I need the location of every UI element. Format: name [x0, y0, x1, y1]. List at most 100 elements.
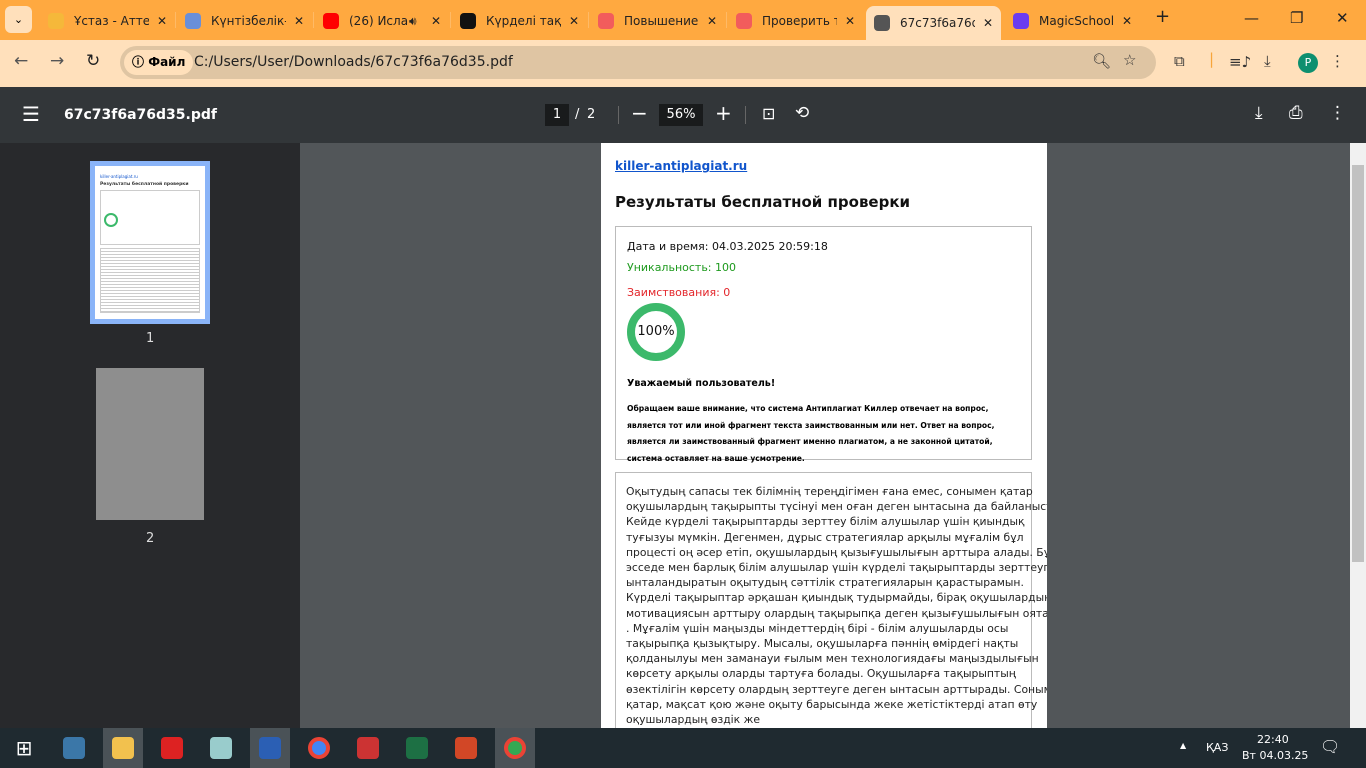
media-control-icon[interactable]: ≡♪ — [1229, 53, 1251, 71]
profile-avatar[interactable]: P — [1298, 53, 1318, 73]
minimize-button[interactable]: — — [1244, 9, 1259, 27]
page-number-input[interactable]: 1 — [545, 104, 569, 126]
text-line: оқушылардың тақырыпты түсінуі мен оған д… — [626, 500, 1047, 514]
text-line: мотивациясын арттыру олардың тақырыпқа д… — [626, 606, 1047, 620]
results-box: Дата и время: 04.03.2025 20:59:18 Уникал… — [615, 226, 1032, 463]
tab-close-icon[interactable]: ✕ — [431, 14, 441, 28]
scrollbar-thumb[interactable] — [1352, 165, 1364, 562]
notifications-icon[interactable]: 🗨︎ — [1320, 737, 1340, 756]
taskbar-app-chrome[interactable] — [299, 728, 339, 768]
browser-tab[interactable]: 67c73f6a76d ✕ — [866, 6, 1001, 40]
browser-tab[interactable]: Күнтізбелік-т ✕ — [177, 6, 312, 36]
app-glass-icon — [210, 737, 232, 759]
word-icon — [259, 737, 281, 759]
taskbar-app-python[interactable] — [54, 728, 94, 768]
text-line: Кейде күрделі тақырыптарды зерттеу білім… — [626, 515, 1025, 529]
restore-button[interactable]: ❐ — [1290, 9, 1303, 27]
text-line: процесті оң әсер етіп, оқушылардың қызығ… — [626, 545, 1047, 559]
excel-icon — [406, 737, 428, 759]
text-line: өзектілігін көрсету олардың зерттеуге де… — [626, 682, 1047, 696]
bookmark-star-icon[interactable]: ☆ — [1123, 51, 1136, 69]
text-line: Күрделі тақырыптар әрқашан қиындық тудыр… — [626, 591, 1047, 605]
start-button[interactable]: ⊞ — [4, 728, 44, 768]
tab-separator — [313, 12, 314, 28]
downloads-icon[interactable]: ⤓ — [1264, 52, 1271, 70]
taskbar-app-word[interactable] — [250, 728, 290, 768]
zoom-in-button[interactable]: + — [715, 101, 732, 125]
browser-tab[interactable]: Күрделі тақы ✕ — [452, 6, 587, 36]
new-tab-button[interactable]: + — [1155, 6, 1170, 27]
text-line: . Мұғалім үшін маңызды міндеттердің бірі… — [626, 621, 1009, 635]
tab-separator — [450, 12, 451, 28]
tab-title: Ұстаз - Аттес — [74, 14, 149, 28]
clock-time[interactable]: 22:40 — [1257, 733, 1289, 746]
address-bar[interactable]: ⓘ Файл C:/Users/User/Downloads/67c73f6a7… — [120, 46, 1156, 79]
print-icon[interactable]: ⎙ — [1289, 103, 1303, 123]
close-window-button[interactable]: ✕ — [1336, 9, 1349, 27]
tab-separator — [175, 12, 176, 28]
text-line: тақырыпқа қызықтыру. Мысалы, оқушыларға … — [626, 637, 1019, 651]
back-button[interactable]: ← — [14, 51, 28, 71]
taskbar-app-app-paint[interactable] — [348, 728, 388, 768]
taskbar-app-app-red[interactable] — [152, 728, 192, 768]
url-text[interactable]: C:/Users/User/Downloads/67c73f6a76d35.pd… — [194, 54, 513, 70]
tab-close-icon[interactable]: ✕ — [1122, 14, 1132, 28]
zoom-out-button[interactable]: − — [631, 101, 648, 125]
download-icon[interactable]: ⤓ — [1255, 103, 1263, 123]
tab-favicon-icon — [1013, 13, 1029, 29]
tab-close-icon[interactable]: ✕ — [157, 14, 167, 28]
tab-favicon-icon — [874, 15, 890, 31]
text-line: көрсету арқылы оларды тартуға болады. Оқ… — [626, 667, 1016, 681]
zoom-input[interactable]: 56% — [659, 104, 703, 126]
tab-title: MagicSchool — [1039, 14, 1114, 28]
rotate-icon[interactable]: ⟲ — [795, 103, 809, 123]
page-thumbnail-1[interactable]: killer-antiplagiat.ru Результаты бесплат… — [90, 161, 210, 324]
taskbar-app-file-explorer[interactable] — [103, 728, 143, 768]
zoom-icon[interactable]: 🔍︎ — [1092, 52, 1111, 70]
thumbnail-label: 1 — [146, 331, 155, 346]
page-thumbnail-2[interactable] — [96, 368, 204, 520]
text-line: қатар, мақсат қою және оқыту барысында ж… — [626, 697, 1038, 711]
sidebar-menu-icon[interactable]: ☰ — [22, 102, 40, 126]
browser-tab[interactable]: Ұстаз - Аттес ✕ — [40, 6, 175, 36]
site-link[interactable]: killer-antiplagiat.ru — [615, 159, 747, 173]
taskbar-app-chrome-profile[interactable] — [495, 728, 535, 768]
language-indicator[interactable]: ҚАЗ — [1206, 741, 1228, 754]
clock-date[interactable]: Вт 04.03.25 — [1242, 749, 1308, 762]
menu-icon[interactable]: ⋮ — [1330, 52, 1345, 70]
forward-button[interactable]: → — [50, 51, 64, 71]
site-info-chip[interactable]: ⓘ Файл — [124, 50, 194, 75]
tab-close-icon[interactable]: ✕ — [845, 14, 855, 28]
browser-tab[interactable]: Повышение ✕ — [590, 6, 725, 36]
info-icon: ⓘ — [132, 55, 149, 69]
total-pages: 2 — [587, 107, 596, 122]
tab-search-button[interactable]: ⌄ — [5, 6, 32, 33]
pdf-filename: 67c73f6a76d35.pdf — [64, 107, 217, 123]
taskbar-app-excel[interactable] — [397, 728, 437, 768]
speaker-icon[interactable]: 🔊︎ — [409, 14, 423, 29]
app-red-icon — [161, 737, 183, 759]
browser-tab[interactable]: MagicSchool ✕ — [1005, 6, 1140, 36]
tab-favicon-icon — [185, 13, 201, 29]
tab-close-icon[interactable]: ✕ — [983, 16, 993, 30]
tab-close-icon[interactable]: ✕ — [569, 14, 579, 28]
more-options-icon[interactable]: ⋮ — [1329, 103, 1346, 123]
browser-tab[interactable]: (26) Исла 🔊︎ ✕ — [315, 6, 450, 36]
reload-button[interactable]: ↻ — [86, 51, 100, 71]
taskbar-app-powerpoint[interactable] — [446, 728, 486, 768]
extensions-icon[interactable]: ⧉ — [1174, 52, 1185, 70]
text-line: қолданылуы мен заманауи ғылым мен технол… — [626, 652, 1039, 666]
greeting: Уважаемый пользователь! — [627, 378, 776, 389]
fit-page-icon[interactable]: ⊡ — [762, 104, 775, 123]
tab-separator — [726, 12, 727, 28]
browser-tab[interactable]: Проверить т ✕ — [728, 6, 863, 36]
taskbar-app-app-glass[interactable] — [201, 728, 241, 768]
tab-title: Күрделі тақы — [486, 14, 561, 28]
uniqueness-donut: 100% — [627, 303, 685, 361]
tab-title: Повышение — [624, 14, 699, 28]
tab-close-icon[interactable]: ✕ — [707, 14, 717, 28]
tray-overflow-icon[interactable]: ▲ — [1180, 741, 1186, 750]
python-icon — [63, 737, 85, 759]
tab-close-icon[interactable]: ✕ — [294, 14, 304, 28]
scrollbar[interactable] — [1350, 143, 1366, 728]
